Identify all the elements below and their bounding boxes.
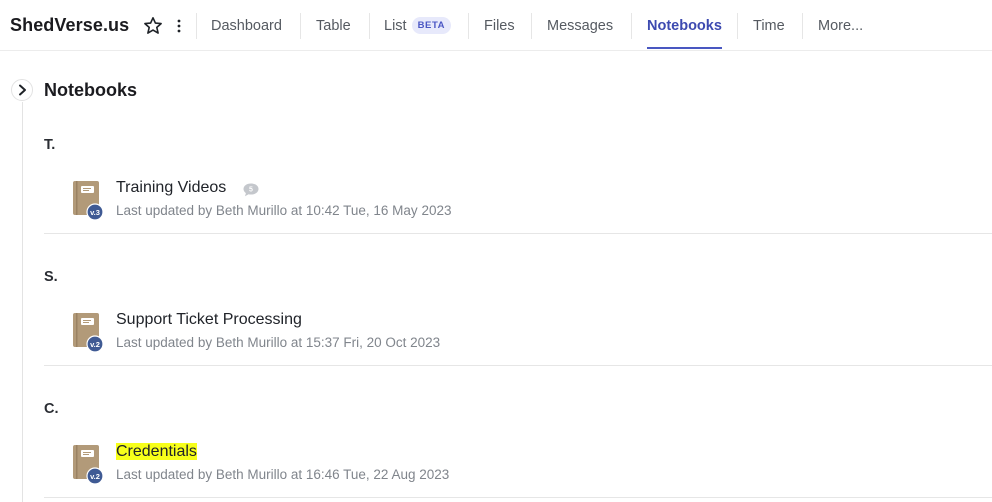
comment-count-icon[interactable]: 5 — [242, 182, 260, 198]
tab-label: Dashboard — [211, 18, 282, 34]
group-letter: T. — [44, 137, 56, 153]
project-title[interactable]: ShedVerse.us — [10, 15, 129, 36]
chevron-right-icon — [19, 84, 26, 96]
tab-divider — [196, 13, 197, 39]
tab-label: Time — [753, 18, 785, 34]
beta-badge: BETA — [411, 17, 452, 34]
notebook-meta: Last updated by Beth Murillo at 10:42 Tu… — [116, 203, 452, 218]
notebook-meta: Last updated by Beth Murillo at 15:37 Fr… — [116, 335, 441, 350]
notebook-row-training-videos[interactable]: v.3 Training Videos 5 Last updated by Be… — [44, 179, 992, 234]
tab-label: Messages — [547, 18, 614, 34]
tab-table[interactable]: Table — [316, 0, 351, 50]
notebook-row-support-ticket-processing[interactable]: v.2 Support Ticket Processing Last updat… — [44, 311, 992, 366]
tab-divider — [468, 13, 469, 39]
tab-divider — [300, 13, 301, 39]
tab-divider — [531, 13, 532, 39]
kebab-icon[interactable] — [172, 17, 186, 35]
tab-label: Files — [484, 18, 515, 34]
tab-divider — [737, 13, 738, 39]
group-letter: C. — [44, 401, 59, 417]
tab-divider — [802, 13, 803, 39]
version-badge: v.2 — [90, 472, 100, 481]
tab-dashboard[interactable]: Dashboard — [211, 0, 282, 50]
collapse-toggle-button[interactable] — [11, 79, 33, 101]
search-highlight: Credentials — [116, 443, 197, 460]
tab-files[interactable]: Files — [484, 0, 515, 50]
tab-divider — [369, 13, 370, 39]
group-letter: S. — [44, 269, 58, 285]
notebook-icon: v.3 — [73, 181, 104, 220]
notebook-meta: Last updated by Beth Murillo at 16:46 Tu… — [116, 467, 450, 482]
top-navigation-bar: ShedVerse.us Dashboard Table List BETA Fi… — [0, 0, 992, 51]
tab-more[interactable]: More... — [818, 0, 863, 50]
tab-notebooks[interactable]: Notebooks — [647, 0, 722, 50]
tab-label: Table — [316, 18, 351, 34]
tab-label: More... — [818, 18, 864, 34]
tab-label: Notebooks — [647, 18, 722, 34]
tab-time[interactable]: Time — [753, 0, 785, 50]
notebook-name[interactable]: Support Ticket Processing — [116, 311, 302, 329]
tab-divider — [631, 13, 632, 39]
star-icon[interactable] — [143, 16, 163, 36]
page-title: Notebooks — [44, 80, 138, 100]
tab-label: List — [384, 18, 407, 34]
tab-list[interactable]: List BETA — [384, 0, 452, 50]
notebook-icon: v.2 — [73, 445, 104, 484]
notebook-name[interactable]: Training Videos — [116, 179, 226, 197]
notebook-icon: v.2 — [73, 313, 104, 352]
timeline-line — [22, 102, 23, 502]
notebook-name[interactable]: Credentials — [116, 443, 197, 461]
comment-count: 5 — [249, 187, 253, 194]
version-badge: v.2 — [90, 340, 100, 349]
tab-messages[interactable]: Messages — [547, 0, 613, 50]
notebook-row-credentials[interactable]: v.2 Credentials Last updated by Beth Mur… — [44, 443, 992, 498]
active-tab-indicator — [647, 47, 722, 49]
version-badge: v.3 — [90, 208, 100, 217]
